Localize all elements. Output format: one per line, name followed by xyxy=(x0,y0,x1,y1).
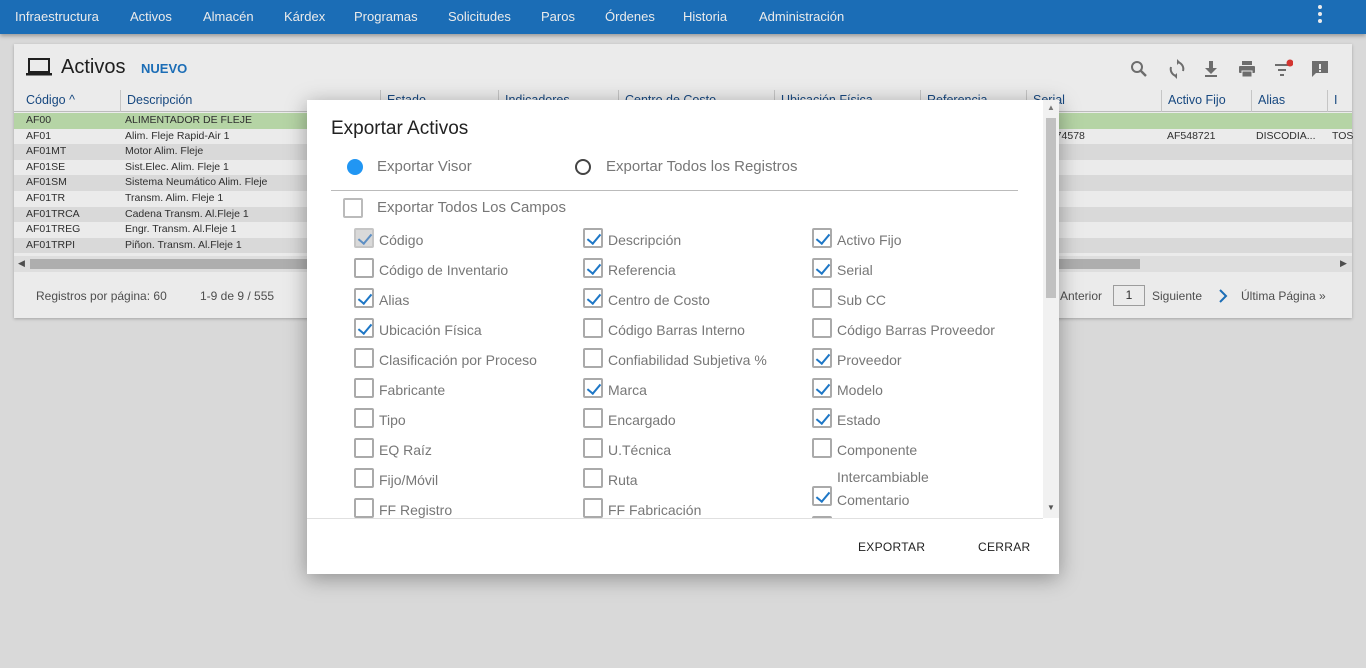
checkbox[interactable] xyxy=(583,348,603,368)
checkbox[interactable] xyxy=(354,408,374,428)
checkbox[interactable] xyxy=(812,228,832,248)
field-label: EQ Raíz xyxy=(379,442,432,458)
checkbox[interactable] xyxy=(583,318,603,338)
field-label: Clasificación por Proceso xyxy=(379,352,537,368)
field-label: Código xyxy=(379,232,424,248)
field-label: Fijo/Móvil xyxy=(379,472,439,488)
field-label: Confiabilidad Subjetiva % xyxy=(608,352,767,368)
dialog-vertical-scrollbar[interactable]: ▲ ▼ xyxy=(1043,100,1059,518)
dialog-title: Exportar Activos xyxy=(331,118,469,139)
scroll-down-icon[interactable]: ▼ xyxy=(1047,503,1055,512)
dialog-body: Exportar Activos Exportar Visor Exportar… xyxy=(307,100,1043,518)
export-button[interactable]: EXPORTAR xyxy=(858,540,925,554)
field-label: Sub CC xyxy=(837,292,887,308)
checkbox[interactable] xyxy=(812,318,832,338)
checkbox[interactable] xyxy=(354,318,374,338)
radio-exportar-todos-label[interactable]: Exportar Todos los Registros xyxy=(606,158,797,175)
radio-exportar-visor[interactable] xyxy=(347,159,363,175)
checkbox[interactable] xyxy=(354,288,374,308)
field-label: Marca xyxy=(608,382,647,398)
close-button[interactable]: CERRAR xyxy=(978,540,1030,554)
export-all-fields-label[interactable]: Exportar Todos Los Campos xyxy=(377,199,566,216)
checkbox[interactable] xyxy=(583,438,603,458)
checkbox[interactable] xyxy=(583,408,603,428)
checkbox[interactable] xyxy=(354,378,374,398)
field-label: FF Fabricación xyxy=(608,502,702,518)
field-label: Ruta xyxy=(608,472,638,488)
checkbox[interactable] xyxy=(583,378,603,398)
checkbox[interactable] xyxy=(812,438,832,458)
field-label: Centro de Costo xyxy=(608,292,710,308)
checkbox[interactable] xyxy=(354,498,374,518)
checkbox[interactable] xyxy=(583,288,603,308)
dialog-footer-divider xyxy=(307,518,1043,519)
checkbox[interactable] xyxy=(354,348,374,368)
field-label: Ubicación Física xyxy=(379,322,482,338)
field-label: FF Registro xyxy=(379,502,453,518)
checkbox[interactable] xyxy=(354,228,374,248)
field-label: Intercambiable Comentario xyxy=(837,466,929,512)
divider xyxy=(331,190,1018,191)
checkbox[interactable] xyxy=(583,498,603,518)
field-label: Componente xyxy=(837,442,918,458)
checkbox[interactable] xyxy=(354,438,374,458)
checkbox[interactable] xyxy=(354,468,374,488)
export-all-fields-checkbox[interactable] xyxy=(343,198,363,218)
field-label: Código Barras Proveedor xyxy=(837,322,995,338)
field-label: Fabricante xyxy=(379,382,446,398)
field-label: Activo Fijo xyxy=(837,232,902,248)
checkbox[interactable] xyxy=(354,258,374,278)
field-label-line-2: Comentario xyxy=(837,492,910,508)
field-label: U.Técnica xyxy=(608,442,672,458)
export-dialog: Exportar Activos Exportar Visor Exportar… xyxy=(307,100,1059,574)
checkbox[interactable] xyxy=(583,468,603,488)
field-label: Alias xyxy=(379,292,410,308)
checkbox[interactable] xyxy=(812,348,832,368)
field-label: Descripción xyxy=(608,232,682,248)
scrollbar-thumb[interactable] xyxy=(1046,118,1056,298)
checkbox[interactable] xyxy=(812,486,832,506)
field-label: Código de Inventario xyxy=(379,262,509,278)
field-label: Código Barras Interno xyxy=(608,322,745,338)
field-label: Encargado xyxy=(608,412,676,428)
checkbox[interactable] xyxy=(812,258,832,278)
checkbox[interactable] xyxy=(583,228,603,248)
field-label: Serial xyxy=(837,262,873,278)
checkbox[interactable] xyxy=(583,258,603,278)
field-label: Proveedor xyxy=(837,352,902,368)
field-label: Estado xyxy=(837,412,881,428)
field-label: Referencia xyxy=(608,262,676,278)
field-label: Tipo xyxy=(379,412,406,428)
scroll-up-icon[interactable]: ▲ xyxy=(1047,103,1055,112)
radio-exportar-visor-label[interactable]: Exportar Visor xyxy=(377,158,472,175)
field-label-line-1: Intercambiable xyxy=(837,469,929,485)
radio-exportar-todos[interactable] xyxy=(575,159,591,175)
field-label: Modelo xyxy=(837,382,883,398)
checkbox[interactable] xyxy=(812,408,832,428)
checkbox[interactable] xyxy=(812,288,832,308)
checkbox[interactable] xyxy=(812,378,832,398)
